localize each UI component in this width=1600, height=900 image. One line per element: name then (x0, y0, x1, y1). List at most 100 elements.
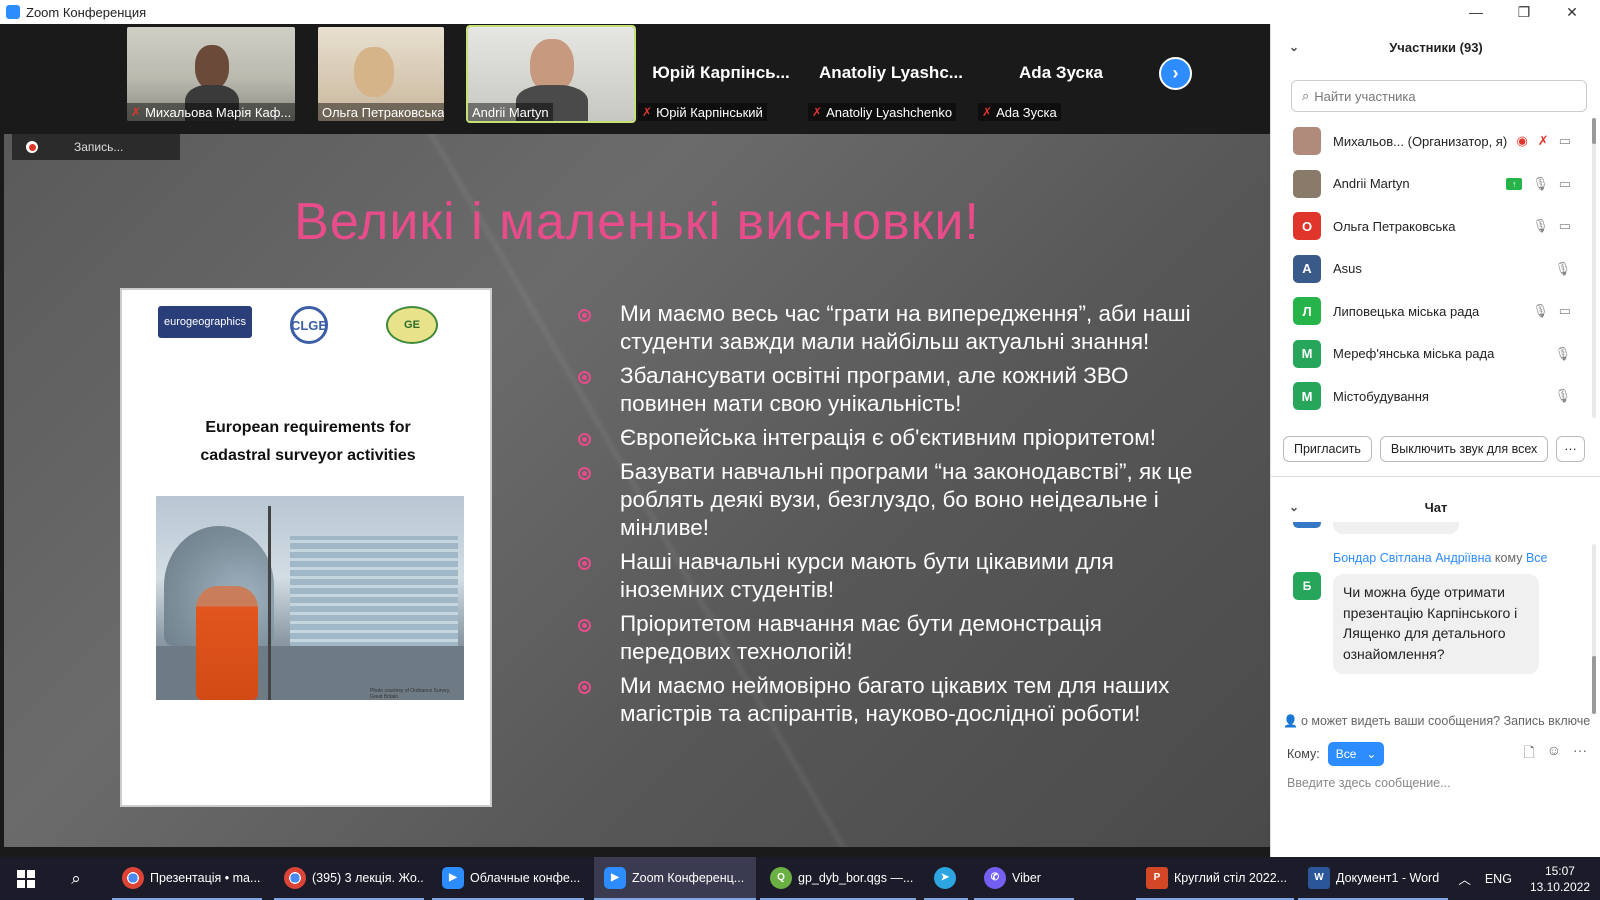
participant-scrollbar[interactable] (1592, 118, 1596, 418)
participant-row[interactable]: M Мереф'янська міська рада 🎙 (1271, 333, 1600, 376)
zoom-icon: ▶ (604, 866, 626, 889)
tile-big-name: Юрій Карпінсь... (652, 63, 790, 82)
taskbar-item[interactable]: ✆ Viber (974, 857, 1074, 900)
participant-row[interactable]: A Asus 🎙 (1271, 248, 1600, 291)
recording-label: Запись... (74, 140, 124, 154)
taskbar-item[interactable]: Презентація • ma... (112, 857, 262, 900)
taskbar-label: Viber (1012, 870, 1041, 885)
zoom-app-icon (6, 5, 20, 19)
participant-name: Ольга Петраковська (1333, 218, 1456, 234)
mic-icon[interactable]: 🎙 (1554, 261, 1571, 277)
powerpoint-icon: P (1146, 866, 1168, 889)
document-title: European requirements for cadastral surv… (122, 414, 494, 470)
taskbar-item[interactable]: Qgp_dyb_bor.qgs —... (760, 857, 916, 900)
minimize-button[interactable]: — (1452, 0, 1500, 24)
recording-indicator[interactable]: Запись... (12, 134, 180, 160)
emoji-icon[interactable]: ☺ (1547, 742, 1561, 766)
mic-icon[interactable]: 🎙 (1532, 303, 1549, 319)
taskbar-item[interactable]: ➤ (924, 857, 968, 900)
video-tile[interactable]: Юрій Карпінсь... ✗ Юрій Карпінський (638, 27, 804, 121)
slide-title: Великі і маленькі висновки! (294, 193, 980, 251)
clock[interactable]: 15:07 13.10.2022 (1530, 863, 1590, 895)
chat-notice-text: о может видеть ваши сообщения? Запись вк… (1300, 714, 1591, 728)
recipient-select[interactable]: Все ⌄ (1327, 742, 1385, 766)
mic-icon[interactable]: 🎙 (1532, 218, 1549, 234)
more-icon[interactable]: ··· (1573, 742, 1587, 766)
mic-icon[interactable]: 🎙 (1554, 346, 1571, 362)
video-tile[interactable]: Anatoliy Lyashc... ✗ Anatoliy Lyashchenko (808, 27, 974, 121)
recipient-value: Все (1335, 747, 1357, 761)
participant-row[interactable]: Л Липовецька міська рада 🎙 ▭ (1271, 290, 1600, 333)
video-tile[interactable]: Ada Зуска ✗ Ada Зуска (978, 27, 1144, 121)
start-button[interactable] (0, 857, 52, 900)
bullet-item: Базувати навчальні програми “на законода… (574, 458, 1214, 542)
bullet-text: Європейська інтеграція є об'єктивним прі… (620, 425, 1156, 450)
panel-divider (1271, 476, 1600, 477)
tile-name: Andrii Martyn (468, 103, 553, 121)
mic-icon[interactable]: 🎙 (1554, 388, 1571, 404)
maximize-button[interactable]: ❐ (1500, 0, 1548, 24)
tile-name-text: Anatoliy Lyashchenko (826, 104, 953, 120)
video-tile[interactable]: ✗ Михальова Марія Каф... (127, 27, 295, 121)
taskbar-item[interactable]: W Документ1 - Word (1298, 857, 1448, 900)
document-title-line: European requirements for (205, 419, 411, 436)
participant-search-input[interactable]: ⌕ Найти участника (1291, 80, 1587, 112)
chat-to-target[interactable]: Все (1526, 551, 1548, 565)
viber-icon: ✆ (984, 866, 1006, 889)
close-button[interactable]: ✕ (1548, 0, 1596, 24)
participant-row[interactable]: О Ольга Петраковська 🎙 ▭ (1271, 205, 1600, 248)
participant-row[interactable]: Михальов... (Организатор, я) ◉ ✗ ▭ (1271, 120, 1600, 163)
participant-row[interactable]: M Містобудування 🎙 (1271, 375, 1600, 418)
clge-logo: CLGE (290, 306, 328, 344)
taskbar-label: Облачные конфе... (470, 870, 581, 885)
bullet-dot-icon (578, 433, 591, 446)
bullet-text: Базувати навчальні програми “на законода… (620, 459, 1193, 540)
chat-sender-name[interactable]: Бондар Світлана Андріївна (1333, 551, 1491, 565)
title-bar: Zoom Конференция — ❐ ✕ (0, 0, 1600, 24)
document-title-line: cadastral surveyor activities (200, 447, 416, 464)
participant-row[interactable]: Andrii Martyn ↑ 🎙 ▭ (1271, 163, 1600, 206)
next-page-button[interactable]: › (1159, 57, 1192, 90)
chat-title: Чат (1424, 499, 1448, 515)
document-cover: eurogeographics CLGE GE European require… (120, 288, 492, 807)
avatar: Л (1293, 297, 1321, 326)
taskbar-item[interactable]: ▶ Облачные конфе... (432, 857, 584, 900)
taskbar-label: Круглий стіл 2022... (1174, 870, 1288, 885)
participant-name: Мереф'янська міська рада (1333, 346, 1495, 362)
invite-button[interactable]: Пригласить (1283, 436, 1372, 462)
avatar: M (1293, 382, 1321, 411)
mute-all-button[interactable]: Выключить звук для всех (1379, 436, 1549, 462)
chevron-down-icon[interactable]: ⌄ (1289, 40, 1299, 54)
chevron-up-icon[interactable]: ︿ (1458, 869, 1471, 888)
file-icon[interactable]: 🗋 (1523, 742, 1534, 766)
video-tile[interactable]: Ольга Петраковська (318, 27, 444, 121)
mic-muted-icon: ✗ (812, 105, 823, 119)
video-tile-active-speaker[interactable]: Andrii Martyn (466, 25, 636, 123)
camera-off-icon[interactable]: ▭ (1559, 133, 1571, 149)
participant-status: ↑ 🎙 ▭ (1506, 176, 1571, 192)
taskbar-item[interactable]: P Круглий стіл 2022... (1136, 857, 1294, 900)
taskbar-item[interactable]: (395) 3 лекція. Жо... (274, 857, 424, 900)
chat-privacy-notice[interactable]: 👤 о может видеть ваши сообщения? Запись … (1283, 710, 1599, 732)
bullet-item: Збалансувати освітні програми, але кожни… (574, 362, 1214, 418)
camera-off-icon[interactable]: ▭ (1559, 218, 1571, 234)
taskbar-item[interactable]: ▶ Zoom Конференц... (594, 857, 756, 900)
taskbar-label: gp_dyb_bor.qgs —... (798, 870, 914, 885)
search-icon[interactable]: ⌕ (52, 857, 100, 900)
camera-off-icon[interactable]: ▭ (1559, 303, 1571, 319)
avatar (1293, 127, 1321, 156)
participant-name: Asus (1333, 261, 1362, 277)
telegram-icon: ➤ (934, 866, 956, 889)
chat-message-input[interactable]: Введите здесь сообщение... (1287, 776, 1587, 798)
clock-time: 15:07 (1544, 863, 1575, 878)
language-indicator[interactable]: ENG (1485, 872, 1512, 886)
chat-scrollbar[interactable] (1592, 544, 1596, 714)
chevron-down-icon[interactable]: ⌄ (1289, 500, 1299, 514)
mic-icon[interactable]: 🎙 (1532, 176, 1549, 192)
tile-big-name: Anatoliy Lyashc... (819, 63, 963, 82)
photo-gnss-pole (268, 506, 271, 700)
mic-muted-icon[interactable]: ✗ (1538, 133, 1549, 149)
eurogeographics-logo: eurogeographics (158, 306, 252, 338)
more-options-button[interactable]: ··· (1556, 436, 1585, 462)
camera-off-icon[interactable]: ▭ (1559, 176, 1571, 192)
